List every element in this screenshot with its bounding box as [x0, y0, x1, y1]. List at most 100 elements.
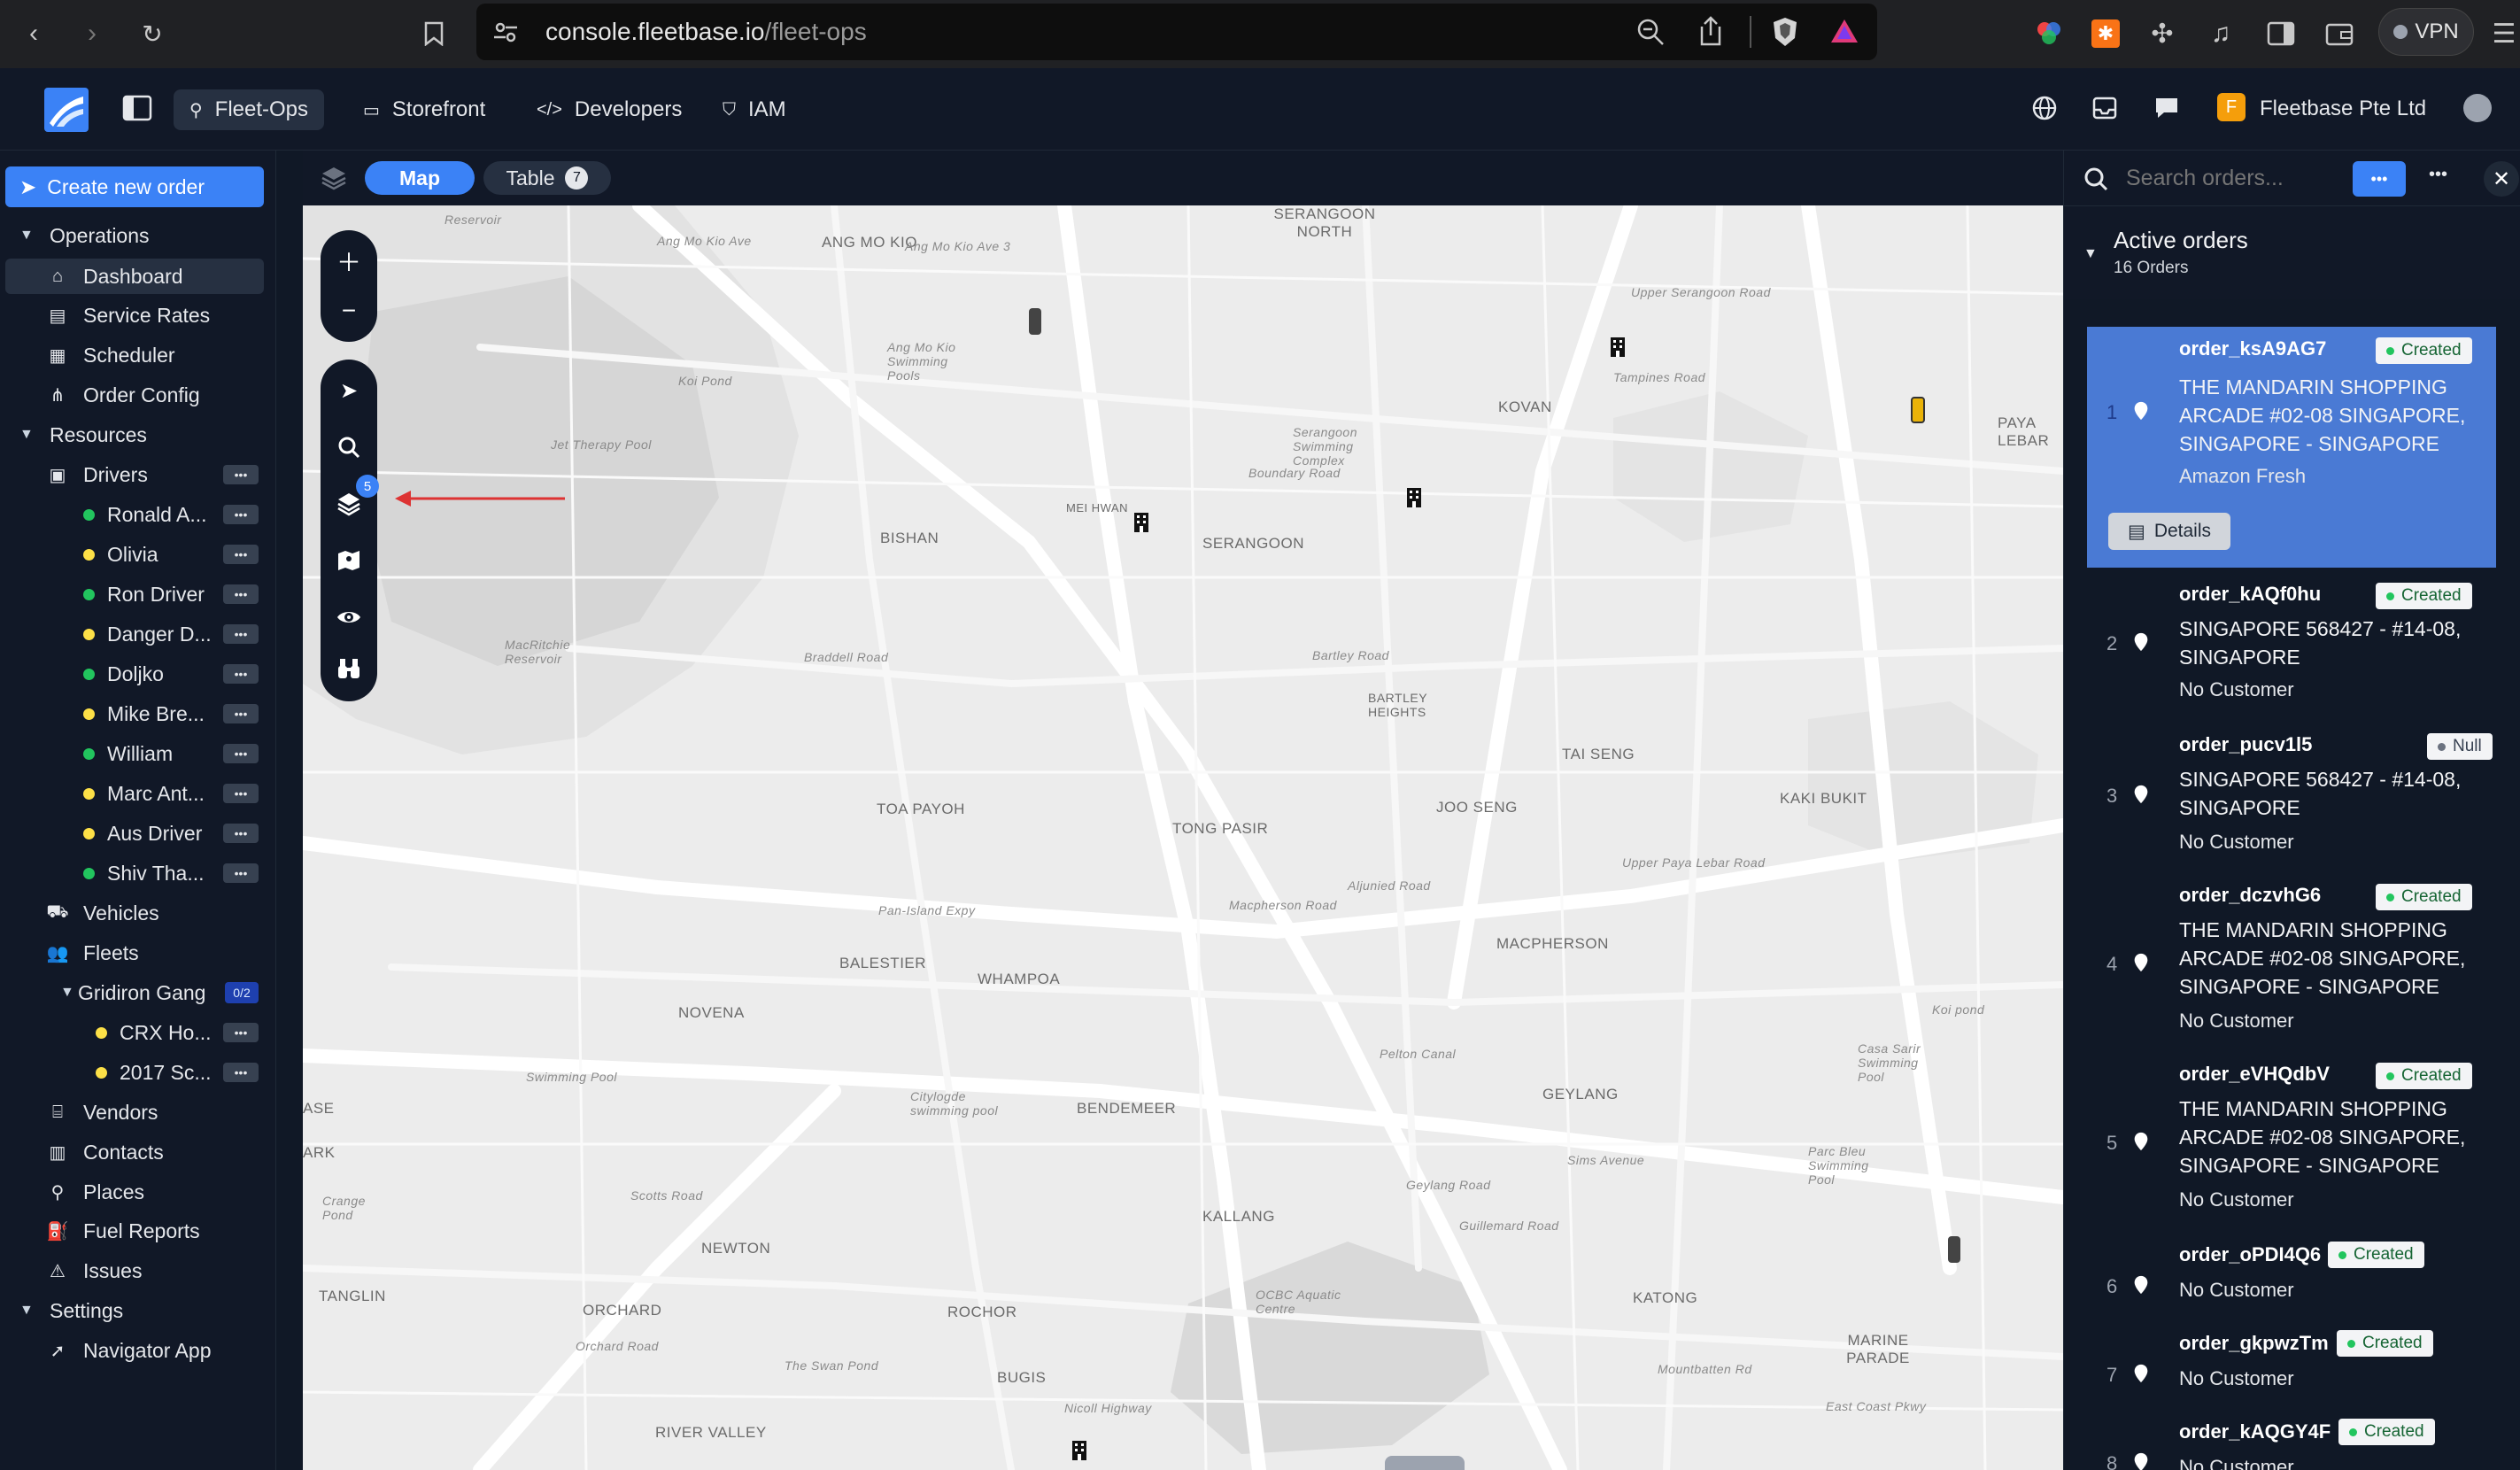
zoom-out-button[interactable]: − — [321, 287, 377, 335]
vehicle-marker[interactable] — [1948, 1236, 1960, 1263]
fleet-vehicle-item[interactable]: 2017 Sc... ••• — [0, 1055, 276, 1090]
back-icon[interactable]: ‹ — [16, 16, 51, 51]
driver-item[interactable]: Danger D... ••• — [0, 616, 276, 652]
layers-toggle-icon[interactable] — [321, 165, 347, 196]
user-avatar[interactable] — [2463, 94, 2492, 122]
share-icon[interactable] — [1698, 16, 1723, 50]
vehicle-marker[interactable] — [1029, 308, 1041, 335]
inbox-icon[interactable] — [2091, 95, 2118, 126]
driver-more-button[interactable]: ••• — [223, 824, 259, 843]
eye-icon[interactable] — [321, 593, 377, 641]
bottom-drawer-handle[interactable] — [1385, 1456, 1465, 1470]
driver-more-button[interactable]: ••• — [223, 744, 259, 763]
sidebar-item-dashboard[interactable]: ⌂ Dashboard — [5, 259, 264, 294]
sidebar-collapse-icon[interactable] — [122, 95, 152, 126]
chat-icon[interactable] — [2153, 95, 2180, 126]
sidebar-toggle-icon[interactable] — [2263, 16, 2299, 51]
sidebar-item-vendors[interactable]: ⌸ Vendors — [0, 1095, 276, 1130]
vpn-button[interactable]: VPN — [2378, 8, 2474, 56]
paper-plane-icon[interactable]: ➤ — [321, 367, 377, 414]
order-item[interactable]: 1 order_ksA9AG7 Created THE MANDARIN SHO… — [2087, 327, 2496, 568]
table-view-button[interactable]: Table 7 — [483, 161, 611, 195]
sidebar-item-issues[interactable]: ⚠ Issues — [0, 1253, 276, 1288]
driver-more-button[interactable]: ••• — [223, 545, 259, 564]
sidebar-item-order-config[interactable]: ⋔ Order Config — [0, 377, 276, 413]
order-item[interactable]: 5 order_eVHQdbV Created THE MANDARIN SHO… — [2087, 1056, 2496, 1226]
driver-more-button[interactable]: ••• — [223, 584, 259, 604]
driver-more-button[interactable]: ••• — [223, 784, 259, 803]
sidebar-item-places[interactable]: ⚲ Places — [0, 1174, 276, 1210]
tab-fleet-ops[interactable]: ⚲ Fleet-Ops — [174, 89, 325, 130]
forward-icon[interactable]: › — [74, 16, 110, 51]
extensions-puzzle-icon[interactable]: ✣ — [2145, 16, 2180, 51]
close-panel-button[interactable]: ✕ — [2484, 161, 2519, 197]
driver-item[interactable]: Ron Driver ••• — [0, 576, 276, 612]
place-marker-icon[interactable] — [1406, 487, 1422, 513]
sidebar-item-scheduler[interactable]: ▦ Scheduler — [0, 337, 276, 373]
sidebar-item-navigator-app[interactable]: ➚ Navigator App — [0, 1333, 276, 1368]
binoculars-icon[interactable] — [321, 645, 377, 692]
sidebar-item-drivers[interactable]: ▣ Drivers ••• — [0, 457, 276, 492]
map-layers-icon[interactable] — [321, 537, 377, 584]
org-avatar[interactable]: F — [2217, 93, 2246, 121]
driver-item[interactable]: Doljko ••• — [0, 656, 276, 692]
tab-iam[interactable]: ⛉ IAM — [707, 89, 802, 130]
address-bar[interactable]: console.fleetbase.io/fleet-ops — [476, 4, 1877, 60]
driver-more-button[interactable]: ••• — [223, 664, 259, 684]
menu-icon[interactable]: ☰ — [2486, 16, 2520, 51]
place-marker-icon[interactable] — [1610, 337, 1626, 362]
sidebar-item-fleets[interactable]: 👥 Fleets — [0, 935, 276, 971]
sidebar-section-resources[interactable]: ▼ Resources — [0, 417, 276, 453]
driver-item[interactable]: Ronald A... ••• — [0, 497, 276, 532]
driver-item[interactable]: Mike Bre... ••• — [0, 696, 276, 731]
sidebar-item-service-rates[interactable]: ▤ Service Rates — [0, 298, 276, 333]
sidebar-item-fuel-reports[interactable]: ⛽ Fuel Reports — [0, 1213, 276, 1249]
driver-more-button[interactable]: ••• — [223, 704, 259, 723]
place-marker-icon[interactable] — [1133, 512, 1149, 538]
driver-item[interactable]: William ••• — [0, 736, 276, 771]
media-icon[interactable]: ♫ — [2203, 16, 2238, 51]
layers-icon[interactable]: 5 — [321, 475, 379, 528]
zoom-in-button[interactable]: ＋ — [321, 237, 377, 285]
order-item[interactable]: 4 order_dczvhG6 Created THE MANDARIN SHO… — [2087, 877, 2496, 1047]
sidebar-section-settings[interactable]: ▼ Settings — [0, 1293, 276, 1328]
reload-icon[interactable]: ↻ — [135, 16, 170, 51]
tab-storefront[interactable]: ▭ Storefront — [347, 89, 501, 130]
hubspot-icon[interactable]: ✱ — [2088, 16, 2123, 51]
org-name[interactable]: Fleetbase Pte Ltd — [2260, 97, 2426, 121]
wallet-icon[interactable] — [2322, 16, 2357, 51]
map-view-button[interactable]: Map — [365, 161, 475, 195]
search-icon[interactable] — [321, 423, 377, 471]
globe-icon[interactable] — [2031, 95, 2058, 126]
sidebar-item-contacts[interactable]: ▥ Contacts — [0, 1134, 276, 1170]
extension-color-icon[interactable] — [2031, 16, 2067, 51]
drivers-more-button[interactable]: ••• — [223, 465, 259, 484]
brave-rewards-icon[interactable] — [1829, 18, 1859, 49]
driver-more-button[interactable]: ••• — [223, 624, 259, 644]
more-options-icon[interactable]: ••• — [2429, 165, 2447, 185]
order-item[interactable]: 8 order_kAQGY4F Created No Customer — [2087, 1412, 2496, 1470]
driver-item[interactable]: Aus Driver ••• — [0, 816, 276, 851]
create-new-order-button[interactable]: ➤ Create new order — [5, 166, 264, 207]
brave-shield-icon[interactable] — [1771, 16, 1799, 52]
vehicle-marker[interactable] — [1911, 397, 1925, 423]
site-settings-icon[interactable] — [492, 19, 519, 50]
driver-item[interactable]: Olivia ••• — [0, 537, 276, 572]
sidebar-section-operations[interactable]: ▼ Operations — [0, 218, 276, 253]
vehicle-more-button[interactable]: ••• — [223, 1023, 259, 1042]
driver-more-button[interactable]: ••• — [223, 863, 259, 883]
active-orders-header[interactable]: ▼ Active orders 16 Orders — [2064, 227, 2520, 289]
fleet-vehicle-item[interactable]: CRX Ho... ••• — [0, 1015, 276, 1050]
fleetbase-logo[interactable] — [44, 88, 89, 132]
search-orders-input[interactable] — [2126, 161, 2338, 195]
driver-item[interactable]: Shiv Tha... ••• — [0, 855, 276, 891]
driver-more-button[interactable]: ••• — [223, 505, 259, 524]
order-details-button[interactable]: ▤ Details — [2108, 513, 2230, 550]
bookmark-icon[interactable] — [416, 16, 452, 51]
tab-developers[interactable]: </> Developers — [521, 89, 698, 130]
vehicle-more-button[interactable]: ••• — [223, 1063, 259, 1082]
sidebar-item-vehicles[interactable]: ⛟ Vehicles — [0, 895, 276, 931]
order-item[interactable]: 3 order_pucv1l5 Null SINGAPORE 568427 - … — [2087, 726, 2496, 866]
order-item[interactable]: 6 order_oPDI4Q6 Created No Customer — [2087, 1234, 2496, 1319]
driver-item[interactable]: Marc Ant... ••• — [0, 776, 276, 811]
